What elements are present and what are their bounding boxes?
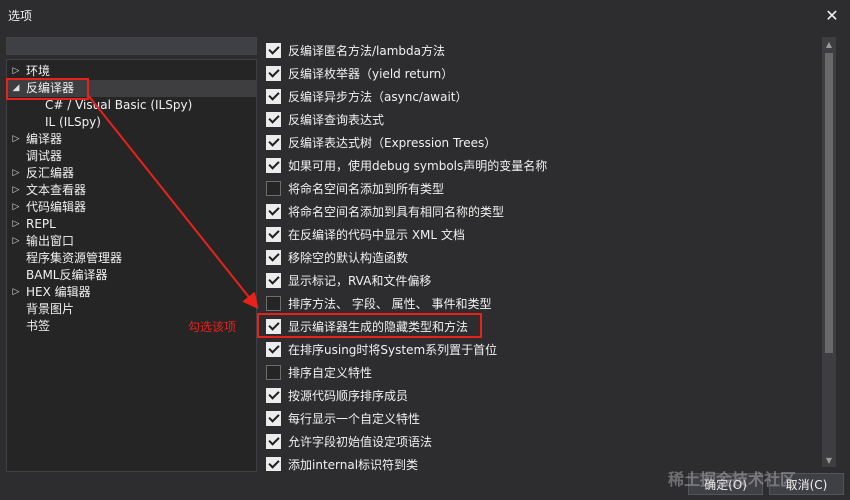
annotation-arrow	[87, 94, 259, 310]
annotation-label: 勾选该项	[188, 320, 237, 334]
